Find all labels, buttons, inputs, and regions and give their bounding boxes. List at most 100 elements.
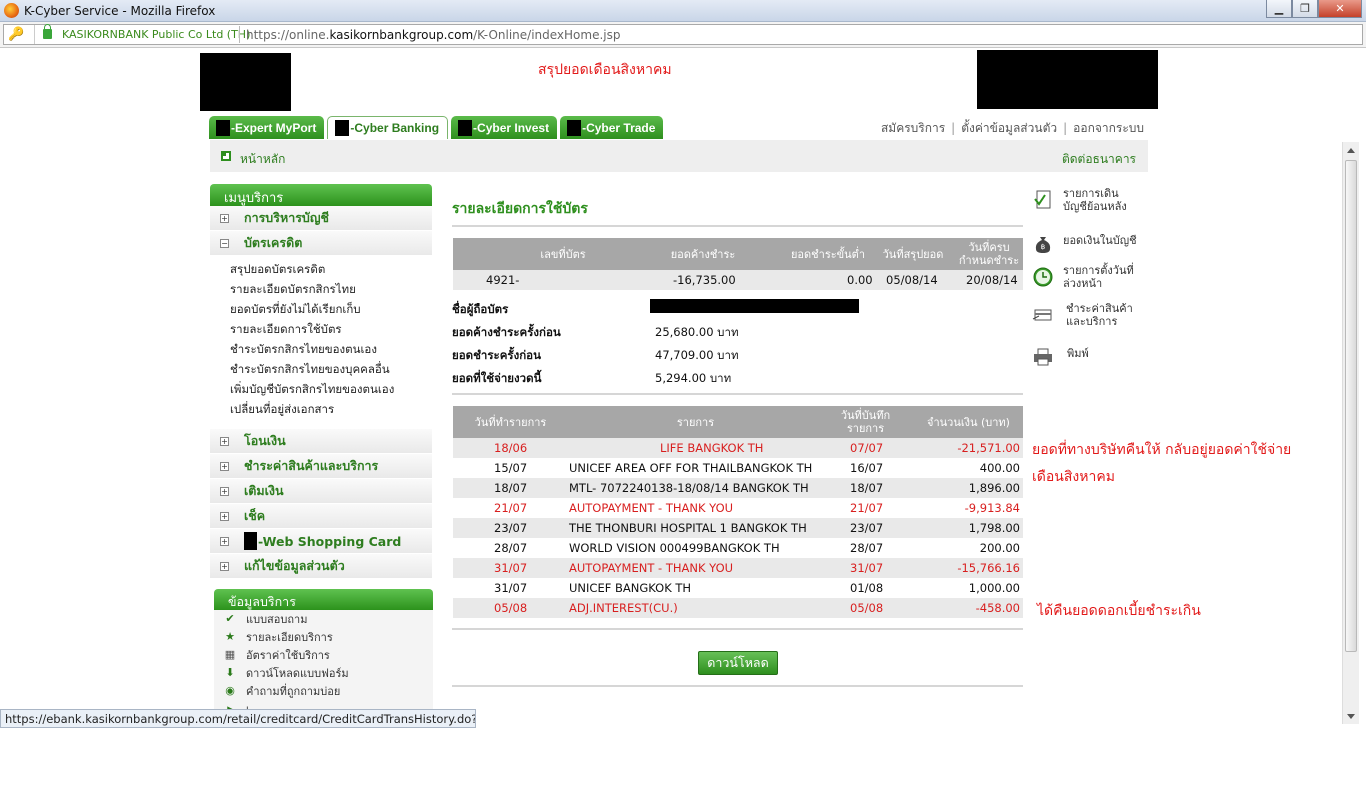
lock-icon: [43, 24, 52, 39]
quick-link-bill-payment[interactable]: ชำระค่าสินค้าและบริการ: [1030, 302, 1148, 332]
address-bar[interactable]: 🔑 KASIKORNBANK Public Co Ltd (TH) https:…: [3, 24, 1363, 45]
submenu-item[interactable]: ยอดบัตรที่ยังไม่ได้เรียกเก็บ: [230, 301, 432, 321]
tx-amount: -15,766.16: [957, 561, 1020, 575]
divider: [452, 225, 1023, 227]
tab-cyber-trade[interactable]: -Cyber Trade: [560, 116, 664, 139]
checkmark-icon: ✔: [225, 612, 235, 625]
menu-credit-card[interactable]: − บัตรเครดิต: [210, 231, 432, 256]
tx-post-date: 05/08: [850, 601, 884, 615]
service-info: ข้อมูลบริการ ✔ แบบสอบถาม ★ รายละเอียดบริกา…: [214, 589, 433, 718]
card-number[interactable]: 4921-: [486, 273, 519, 287]
tx-table-header: วันที่ทำรายการ รายการ วันที่บันทึก รายการ…: [453, 406, 1023, 438]
tx-amount: 400.00: [979, 461, 1020, 475]
product-tabs: -Expert MyPort -Cyber Banking -Cyber Inv…: [209, 116, 666, 139]
tx-amount: 200.00: [979, 541, 1020, 555]
calculator-icon: ▦: [224, 648, 236, 661]
expand-icon[interactable]: +: [220, 511, 229, 521]
url-text[interactable]: https://online.kasikornbankgroup.com/K-O…: [246, 28, 621, 42]
quick-link-print[interactable]: พิมพ์: [1030, 344, 1148, 368]
info-label: ยอดค้างชำระครั้งก่อน: [452, 325, 561, 339]
submenu-item[interactable]: ชำระบัตรกสิกรไทยของบุคคลอื่น: [230, 361, 432, 381]
maximize-button[interactable]: ❐: [1292, 0, 1318, 18]
expand-icon[interactable]: +: [220, 536, 229, 546]
tx-amount: -458.00: [975, 601, 1020, 615]
tx-description: UNICEF AREA OFF FOR THAILBANGKOK TH: [569, 461, 813, 475]
tab-cyber-banking[interactable]: -Cyber Banking: [327, 116, 449, 139]
menu-header: เมนูบริการ: [210, 184, 432, 206]
payment-icon: [1032, 309, 1052, 321]
site-identity[interactable]: KASIKORNBANK Public Co Ltd (TH): [62, 28, 250, 41]
minimize-button[interactable]: ▁: [1266, 0, 1292, 18]
svc-fees[interactable]: ▦ อัตราค่าใช้บริการ: [214, 646, 433, 664]
close-button[interactable]: ✕: [1318, 0, 1362, 18]
svc-details[interactable]: ★ รายละเอียดบริการ: [214, 628, 433, 646]
tx-date: 28/07: [494, 541, 528, 555]
submenu-item[interactable]: ชำระบัตรกสิกรไทยของตนเอง: [230, 341, 432, 361]
collapse-icon[interactable]: −: [220, 238, 229, 248]
tx-amount: -9,913.84: [964, 501, 1020, 515]
expand-icon[interactable]: +: [220, 461, 229, 471]
expand-icon[interactable]: +: [220, 213, 229, 223]
tx-date: 31/07: [494, 561, 528, 575]
home-link[interactable]: หน้าหลัก: [240, 150, 285, 169]
annotation-interest: ได้คืนยอดดอกเบี้ยชำระเกิน: [1037, 603, 1201, 619]
tx-row: 21/07 AUTOPAYMENT - THANK YOU 21/07 -9,913.…: [453, 498, 1023, 518]
svc-faq[interactable]: ◉ คำถามที่ถูกถามบ่อย: [214, 682, 433, 700]
submenu-item[interactable]: เปลี่ยนที่อยู่ส่งเอกสาร: [230, 401, 432, 421]
tab-expert-myport[interactable]: -Expert MyPort: [209, 116, 325, 139]
expand-icon[interactable]: +: [220, 436, 229, 446]
submenu-item[interactable]: รายละเอียดการใช้บัตร: [230, 321, 432, 341]
submenu-item[interactable]: สรุปยอดบัตรเครดิต: [230, 261, 432, 281]
tx-post-date: 07/07: [850, 441, 884, 455]
tx-description: LIFE BANGKOK TH: [660, 441, 764, 455]
status-bar: https://ebank.kasikornbankgroup.com/reta…: [0, 709, 476, 728]
menu-bill-payment[interactable]: + ชำระค่าสินค้าและบริการ: [210, 454, 432, 479]
tab-cyber-invest[interactable]: -Cyber Invest: [451, 116, 558, 139]
quick-link-statement[interactable]: รายการเดินบัญชีย้อนหลัง: [1030, 187, 1148, 217]
tx-date: 18/06: [494, 441, 528, 455]
menu-account-management[interactable]: + การบริหารบัญชี: [210, 206, 432, 231]
expand-icon[interactable]: +: [220, 561, 229, 571]
scroll-thumb[interactable]: [1345, 160, 1357, 652]
settings-link[interactable]: ตั้งค่าข้อมูลส่วนตัว: [955, 121, 1063, 135]
tx-row: 28/07 WORLD VISION 000499BANGKOK TH 28/07 2…: [453, 538, 1023, 558]
tx-post-date: 31/07: [850, 561, 884, 575]
scroll-down-icon[interactable]: [1347, 714, 1355, 719]
firefox-icon: [4, 3, 19, 18]
tx-date: 15/07: [494, 461, 528, 475]
tx-amount: 1,896.00: [968, 481, 1020, 495]
menu-edit-profile[interactable]: + แก้ไขข้อมูลส่วนตัว: [210, 554, 432, 579]
svc-download-forms[interactable]: ⬇ ดาวน์โหลดแบบฟอร์ม: [214, 664, 433, 682]
menu-web-shopping-card[interactable]: + -Web Shopping Card: [210, 529, 432, 554]
service-menu: เมนูบริการ + การบริหารบัญชี − บัตรเครดิต ส…: [210, 184, 432, 579]
contact-bank-link[interactable]: ติดต่อธนาคาร: [1062, 150, 1136, 169]
expand-icon[interactable]: +: [220, 486, 229, 496]
menu-cheque[interactable]: + เช็ค: [210, 504, 432, 529]
statement-icon: [1034, 190, 1051, 209]
tx-amount: -21,571.00: [957, 441, 1020, 455]
quick-link-scheduled[interactable]: รายการตั้งวันที่ล่วงหน้า: [1030, 264, 1148, 294]
download-button[interactable]: ดาวน์โหลด: [698, 651, 778, 675]
divider: [452, 685, 1023, 687]
tx-row: 23/07 THE THONBURI HOSPITAL 1 BANGKOK TH 2…: [453, 518, 1023, 538]
register-link[interactable]: สมัครบริการ: [875, 121, 951, 135]
logout-link[interactable]: ออกจากระบบ: [1067, 121, 1150, 135]
submenu-item[interactable]: เพิ่มบัญชีบัตรกสิกรไทยของตนเอง: [230, 381, 432, 401]
card-row: 4921- -16,735.00 0.00 05/08/14 20/08/14: [453, 270, 1023, 290]
scroll-up-icon[interactable]: [1347, 148, 1355, 153]
svg-text:฿: ฿: [1041, 243, 1045, 251]
page-scrollbar[interactable]: [1342, 142, 1359, 724]
printer-icon: [1034, 348, 1052, 366]
navigation-bar: 🔑 KASIKORNBANK Public Co Ltd (TH) https:…: [0, 22, 1366, 48]
page-title: รายละเอียดการใช้บัตร: [452, 201, 588, 217]
redacted-logo: [244, 532, 257, 550]
tx-post-date: 23/07: [850, 521, 884, 535]
tx-description: ADJ.INTEREST(CU.): [569, 601, 678, 615]
quick-link-balance[interactable]: ฿ ยอดเงินในบัญชี: [1030, 231, 1148, 255]
submenu-item[interactable]: รายละเอียดบัตรกสิกรไทย: [230, 281, 432, 301]
tx-row: 18/07 MTL- 7072240138-18/08/14 BANGKOK TH…: [453, 478, 1023, 498]
svc-survey[interactable]: ✔ แบบสอบถาม: [214, 610, 433, 628]
menu-top-up[interactable]: + เติมเงิน: [210, 479, 432, 504]
menu-transfer[interactable]: + โอนเงิน: [210, 429, 432, 454]
tx-post-date: 21/07: [850, 501, 884, 515]
